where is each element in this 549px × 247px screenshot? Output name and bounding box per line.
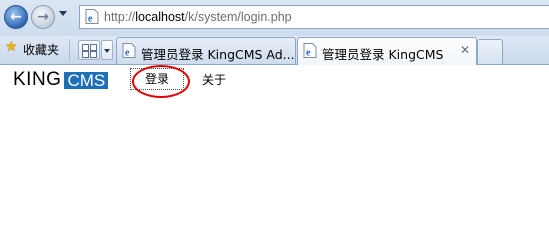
kingcms-logo: KING CMS bbox=[13, 70, 109, 90]
close-icon[interactable]: ✕ bbox=[460, 43, 470, 57]
tab-title: 管理员登录 KingCMS bbox=[322, 47, 444, 62]
url-text[interactable]: http://localhost/k/system/login.php bbox=[104, 10, 292, 24]
address-bar[interactable]: e http://localhost/k/system/login.php bbox=[79, 5, 549, 29]
svg-text:e: e bbox=[306, 48, 311, 59]
tab-bar: ★ 收藏夹 e 管理员登录 KingCMS Ad... e 管理员登录 King… bbox=[0, 36, 549, 65]
new-tab-button[interactable] bbox=[477, 39, 503, 64]
ie-page-icon: e bbox=[303, 43, 317, 58]
page-content: KING CMS 登录 关于 bbox=[0, 65, 549, 247]
about-menu-link[interactable]: 关于 bbox=[202, 71, 226, 88]
ie-page-icon: e bbox=[85, 9, 99, 24]
tab-kingcms-admin[interactable]: e 管理员登录 KingCMS Ad... bbox=[116, 37, 296, 64]
tab-title: 管理员登录 KingCMS Ad... bbox=[141, 47, 295, 62]
ie-page-icon: e bbox=[122, 43, 136, 58]
svg-text:e: e bbox=[125, 48, 130, 59]
svg-text:e: e bbox=[88, 14, 93, 25]
tab-kingcms-login[interactable]: e 管理员登录 KingCMS ✕ bbox=[297, 37, 477, 65]
favorites-button[interactable]: 收藏夹 bbox=[23, 41, 59, 58]
forward-arrow-icon[interactable]: → bbox=[31, 5, 55, 29]
tab-list-dropdown-icon[interactable] bbox=[101, 40, 113, 60]
history-dropdown-icon[interactable] bbox=[59, 11, 67, 16]
navigation-bar: ← → e http://localhost/k/system/login.ph… bbox=[0, 0, 549, 36]
quick-tabs-icon[interactable] bbox=[78, 40, 100, 60]
back-arrow-icon[interactable]: ← bbox=[4, 5, 28, 29]
divider bbox=[69, 39, 70, 61]
annotation-circle bbox=[132, 65, 190, 98]
favorites-star-icon[interactable]: ★ bbox=[5, 39, 18, 55]
